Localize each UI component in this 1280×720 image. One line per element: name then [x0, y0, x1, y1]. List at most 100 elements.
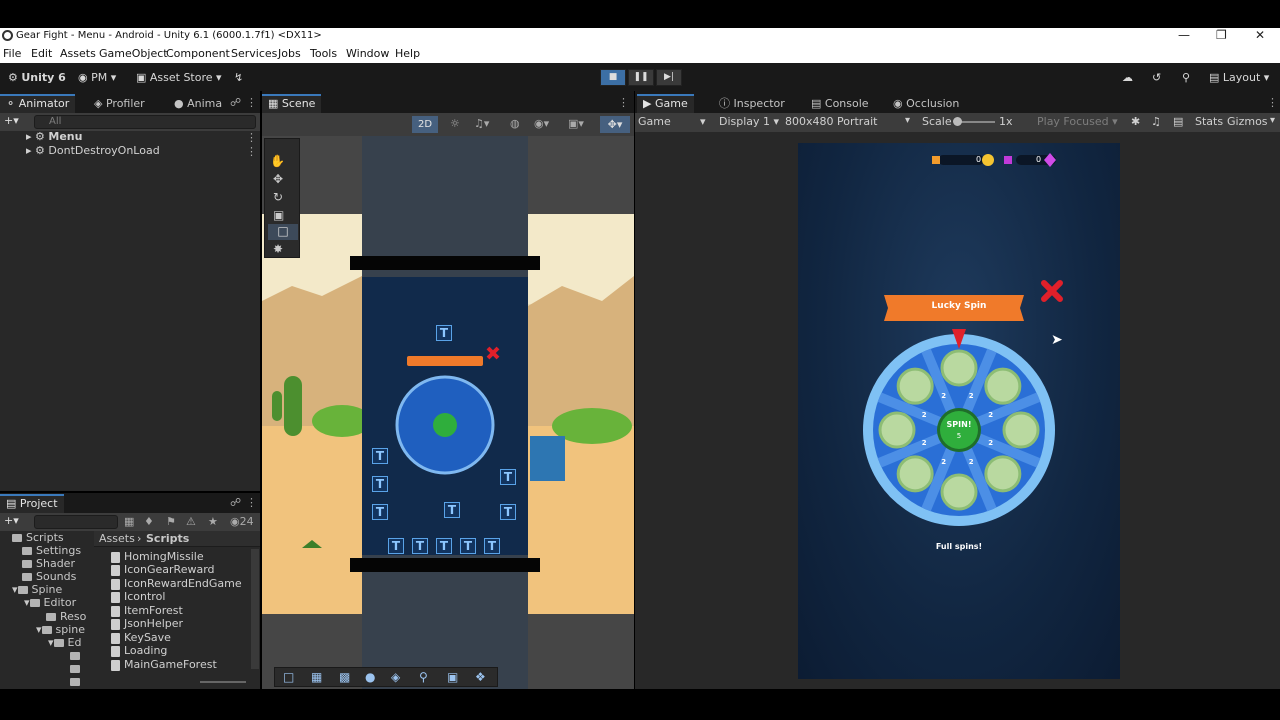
- star-icon[interactable]: ★: [208, 515, 218, 528]
- toggle-2d-button[interactable]: 2D: [412, 116, 438, 133]
- tree-item-folder-b[interactable]: [70, 662, 84, 675]
- tree-item-spine[interactable]: ▾ Spine: [12, 583, 62, 596]
- filter-icon[interactable]: ▦: [124, 515, 134, 528]
- tree-item-folder-c[interactable]: [70, 675, 84, 688]
- layers-icon[interactable]: ◈: [391, 668, 400, 686]
- close-wheel-button[interactable]: [1044, 283, 1062, 301]
- project-add-icon[interactable]: +▾: [4, 514, 19, 527]
- sphere-icon[interactable]: ●: [365, 668, 375, 686]
- scale-tool-icon[interactable]: ▣: [273, 208, 284, 222]
- bug-icon[interactable]: ✱: [1131, 115, 1140, 128]
- mute-icon[interactable]: ♫: [1151, 115, 1161, 128]
- tab-occlusion[interactable]: ◉ Occlusion: [887, 94, 965, 113]
- game-more-icon[interactable]: ⋮: [1267, 96, 1278, 109]
- menu-edit[interactable]: Edit: [31, 47, 52, 60]
- lighting-icon[interactable]: ☼: [450, 117, 460, 130]
- hand-tool-icon[interactable]: ✋: [270, 154, 285, 168]
- rotate-tool-icon[interactable]: ↻: [273, 190, 283, 204]
- compass-icon[interactable]: ❖: [475, 668, 486, 686]
- zoom-icon[interactable]: ⚲: [419, 668, 428, 686]
- tab-scene[interactable]: ▦ Scene: [262, 94, 322, 113]
- icon-size-slider[interactable]: [200, 681, 246, 683]
- menu-window[interactable]: Window: [346, 47, 389, 60]
- add-icon[interactable]: +▾: [4, 114, 19, 127]
- gizmos-button[interactable]: Gizmos: [1227, 115, 1268, 128]
- move-tool-icon[interactable]: ✥: [273, 172, 283, 186]
- keyboard-icon[interactable]: ▤: [1173, 115, 1183, 128]
- scene-viewport[interactable]: T T T T T T T T T T T T ✋ ✥ ↻ ▣ □ ✸ □ ▦ …: [262, 136, 634, 689]
- tree-item-sounds[interactable]: Sounds: [22, 570, 76, 583]
- menu-tools[interactable]: Tools: [310, 47, 337, 60]
- tab-animation[interactable]: ● Anima: [168, 94, 228, 113]
- tree-item-spine-sub[interactable]: ▾ spine: [36, 623, 85, 636]
- breadcrumb-assets[interactable]: Assets: [99, 532, 135, 545]
- file-loading[interactable]: Loading: [111, 644, 167, 657]
- tree-item-scripts[interactable]: Scripts: [12, 531, 64, 544]
- grid-icon[interactable]: ▩: [339, 668, 350, 686]
- tree-item-editor[interactable]: ▾ Editor: [24, 596, 76, 609]
- resolution-chevron-icon[interactable]: ▾: [905, 115, 910, 126]
- menu-gameobject[interactable]: GameObject: [99, 47, 168, 60]
- file-icongearreward[interactable]: IconGearReward: [111, 563, 215, 576]
- game-screen[interactable]: 0 0 Lucky Spin SPIN! 5 Full spins! 2 2 2 2 2…: [798, 143, 1120, 679]
- file-keysave[interactable]: KeySave: [111, 631, 171, 644]
- rect-tool-icon[interactable]: □: [268, 224, 298, 240]
- unity-account-button[interactable]: ⚙ Unity 6: [4, 69, 70, 86]
- tab-console[interactable]: ▤ Console: [805, 94, 875, 113]
- file-iconrewardendgame[interactable]: IconRewardEndGame: [111, 577, 242, 590]
- tree-item-ed[interactable]: ▾ Ed: [48, 636, 81, 649]
- file-jsonhelper[interactable]: JsonHelper: [111, 617, 183, 630]
- menu-file[interactable]: File: [3, 47, 21, 60]
- close-icon[interactable]: ✕: [1255, 28, 1265, 42]
- warning-icon[interactable]: ⚠: [186, 515, 196, 528]
- project-more-icon[interactable]: ⋮: [246, 496, 257, 509]
- tree-item-reso[interactable]: Reso: [46, 610, 86, 623]
- more-icon[interactable]: ⋮: [246, 96, 257, 109]
- tab-game[interactable]: ▶ Game: [637, 94, 694, 113]
- tree-item-shader[interactable]: Shader: [22, 557, 75, 570]
- step-button[interactable]: ▶|: [656, 69, 682, 86]
- tab-project[interactable]: ▤ Project: [0, 494, 64, 513]
- hierarchy-item-menu[interactable]: ▸ ⚙ Menu: [26, 130, 82, 143]
- scale-slider-handle[interactable]: [953, 117, 962, 126]
- menu-help[interactable]: Help: [395, 47, 420, 60]
- version-control-icon[interactable]: ↯: [230, 69, 247, 86]
- fx-icon[interactable]: ◍: [510, 117, 520, 130]
- project-lock-icon[interactable]: ☍: [230, 496, 241, 509]
- menu-jobs[interactable]: Jobs: [278, 47, 301, 60]
- tab-animator[interactable]: ⚬ Animator: [0, 94, 76, 113]
- rect-select-icon[interactable]: □: [283, 668, 294, 686]
- account-button[interactable]: ◉ PM ▾: [74, 69, 120, 86]
- tree-item-settings[interactable]: Settings: [22, 544, 81, 557]
- hidden-count-icon[interactable]: ◉24: [230, 515, 254, 528]
- breadcrumb-scripts[interactable]: Scripts: [146, 532, 189, 545]
- menu-component[interactable]: Component: [166, 47, 230, 60]
- menu-more-icon[interactable]: ⋮: [246, 131, 257, 144]
- project-scrollbar[interactable]: [251, 549, 259, 669]
- layout-dropdown[interactable]: ▤ Layout ▾: [1205, 69, 1273, 86]
- menu-assets[interactable]: Assets: [60, 47, 96, 60]
- restore-icon[interactable]: ❐: [1216, 28, 1227, 42]
- search-icon[interactable]: ⚲: [1178, 69, 1194, 86]
- file-icontrol[interactable]: Icontrol: [111, 590, 165, 603]
- type-icon[interactable]: ♦: [144, 515, 154, 528]
- stats-button[interactable]: Stats: [1195, 115, 1223, 128]
- pause-button[interactable]: ❚❚: [628, 69, 654, 86]
- play-focused-dropdown[interactable]: Play Focused ▾: [1037, 115, 1118, 128]
- tab-profiler[interactable]: ◈ Profiler: [88, 94, 151, 113]
- resolution-dropdown[interactable]: 800x480 Portrait: [785, 115, 877, 128]
- file-homingmissile[interactable]: HomingMissile: [111, 550, 204, 563]
- asset-store-button[interactable]: ▣ Asset Store ▾: [132, 69, 226, 86]
- gizmos-chevron-icon[interactable]: ▾: [1270, 115, 1275, 126]
- visibility-icon[interactable]: ◉▾: [534, 117, 549, 130]
- menu-services[interactable]: Services: [231, 47, 277, 60]
- lock-icon[interactable]: ☍: [230, 96, 241, 109]
- camera-preview-icon[interactable]: ▣: [447, 668, 458, 686]
- history-icon[interactable]: ↺: [1148, 69, 1165, 86]
- project-search-input[interactable]: [34, 515, 118, 529]
- tab-inspector[interactable]: ⓘ Inspector: [713, 94, 791, 113]
- hierarchy-search-input[interactable]: All: [34, 115, 256, 129]
- scene-more-icon[interactable]: ⋮: [618, 96, 629, 109]
- grid-snap-icon[interactable]: ▦: [311, 668, 322, 686]
- transform-tool-icon[interactable]: ✸: [273, 242, 283, 256]
